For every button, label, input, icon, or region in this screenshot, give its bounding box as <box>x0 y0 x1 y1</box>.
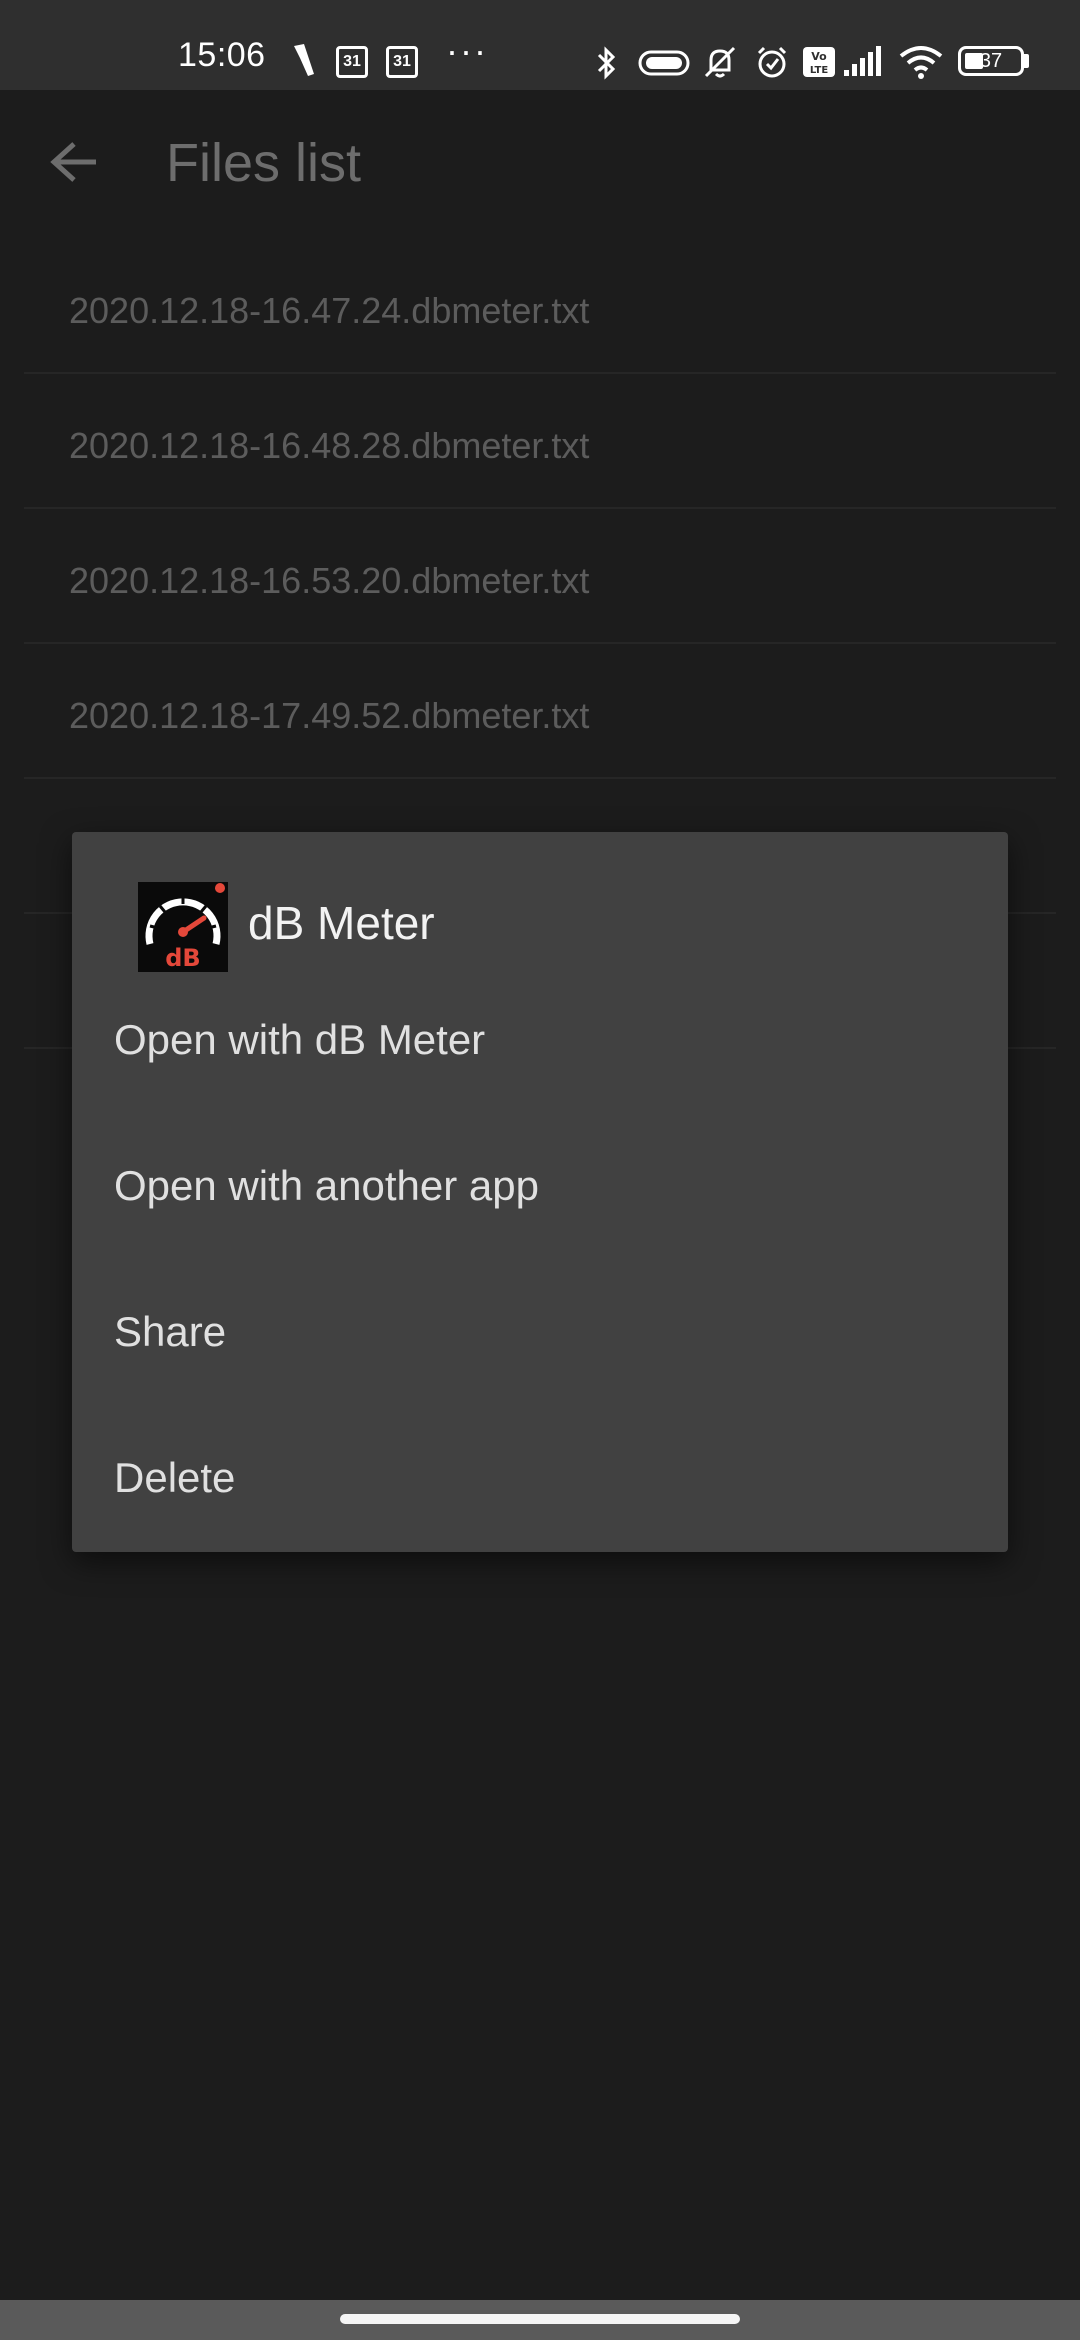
volte-icon: Vo LTE <box>803 47 835 77</box>
share-button[interactable]: Share <box>72 1264 1008 1410</box>
menu-item-label: Open with another app <box>114 1162 539 1209</box>
dialog-title: dB Meter <box>248 897 435 949</box>
app-icon-badge: dB <box>165 944 201 972</box>
file-list-item[interactable]: 2020.12.18-16.47.24.dbmeter.txt <box>24 240 1056 374</box>
screen: 15:06 31 31 ··· Vo LTE 37 Files list 202… <box>0 0 1080 2340</box>
file-actions-dialog: dB dB Meter Open with dB Meter Open with… <box>72 832 1008 1552</box>
navigation-bar <box>0 2300 1080 2340</box>
menu-item-label: Share <box>114 1308 227 1355</box>
calendar-icon-2: 31 <box>386 46 418 78</box>
wifi-icon <box>899 46 943 79</box>
svg-text:LTE: LTE <box>810 65 829 76</box>
file-name: 2020.12.18-17.49.52.dbmeter.txt <box>69 695 590 736</box>
alarm-icon <box>757 46 787 78</box>
app-icon: dB <box>138 882 228 972</box>
open-with-another-app-button[interactable]: Open with another app <box>72 1118 1008 1264</box>
bluetooth-icon <box>597 46 616 80</box>
file-name: 2020.12.18-16.47.24.dbmeter.txt <box>69 290 590 331</box>
battery-icon: 37 <box>958 46 1024 76</box>
file-list-item[interactable]: 2020.12.18-16.48.28.dbmeter.txt <box>24 375 1056 509</box>
file-list-item[interactable]: 2020.12.18-17.49.52.dbmeter.txt <box>24 645 1056 779</box>
menu-item-label: Delete <box>114 1454 236 1501</box>
bell-off-icon <box>704 46 736 78</box>
calendar-icon: 31 <box>336 46 368 78</box>
home-indicator[interactable] <box>340 2314 740 2324</box>
toggle-icon <box>638 50 690 76</box>
app-bar: Files list <box>0 90 1080 240</box>
arrow-left-icon[interactable] <box>50 140 100 184</box>
open-with-db-meter-button[interactable]: Open with dB Meter <box>72 972 1008 1118</box>
file-list-item[interactable]: 2020.12.18-16.53.20.dbmeter.txt <box>24 510 1056 644</box>
file-name: 2020.12.18-16.48.28.dbmeter.txt <box>69 425 590 466</box>
file-name: 2020.12.18-16.53.20.dbmeter.txt <box>69 560 590 601</box>
status-bar: 15:06 31 31 ··· Vo LTE 37 <box>0 0 1080 90</box>
delete-button[interactable]: Delete <box>72 1410 1008 1556</box>
menu-item-label: Open with dB Meter <box>114 1016 486 1063</box>
page-title: Files list <box>166 133 362 193</box>
signal-icon <box>844 46 881 76</box>
status-time: 15:06 <box>178 36 266 74</box>
svg-text:Vo: Vo <box>811 50 827 63</box>
more-icon: ··· <box>446 30 488 71</box>
battery-level: 37 <box>979 50 1003 72</box>
flashlight-icon <box>294 44 314 76</box>
battery-tip <box>1024 54 1029 68</box>
